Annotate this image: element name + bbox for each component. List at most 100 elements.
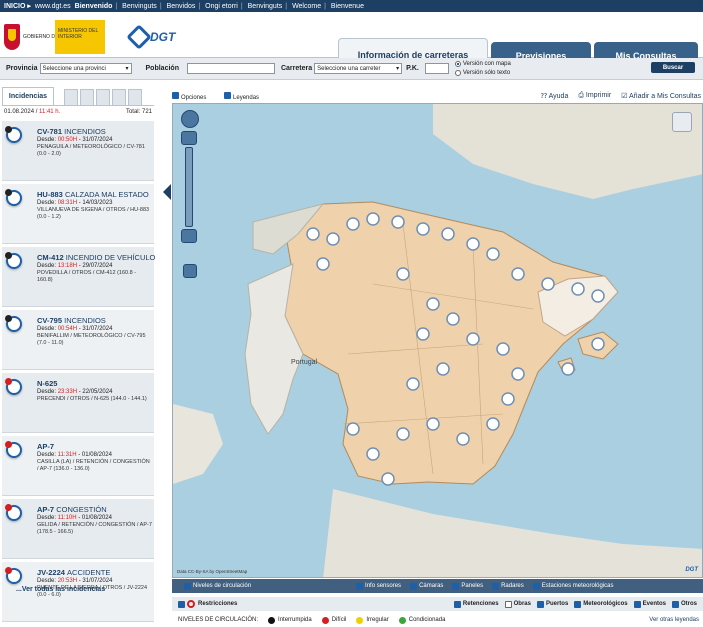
filter-retenciones[interactable]: Retenciones <box>453 600 499 608</box>
incident-item[interactable]: AP-7 CONGESTIÓN Desde: 11:10H - 01/08/20… <box>2 499 154 559</box>
incident-title[interactable]: JV-2224 ACCIDENTE <box>37 568 110 577</box>
site-url[interactable]: www.dgt.es <box>35 3 71 10</box>
layers-icon[interactable] <box>672 112 692 132</box>
layer-paneles[interactable]: Paneles <box>452 582 483 590</box>
incident-marker[interactable] <box>396 427 410 441</box>
incident-marker[interactable] <box>416 327 430 341</box>
tab-radar-icon[interactable] <box>96 89 110 105</box>
layer-niveles-circulacion[interactable]: Niveles de circulación <box>184 582 251 590</box>
carretera-select[interactable]: Seleccione una carreter ▾ <box>314 63 403 74</box>
map-canvas[interactable] <box>173 104 703 578</box>
incident-marker[interactable] <box>381 472 395 486</box>
incident-title[interactable]: CV-781 INCENDIOS <box>37 127 106 136</box>
pan-control-icon[interactable] <box>181 110 199 128</box>
incident-marker[interactable] <box>306 227 320 241</box>
incident-marker[interactable] <box>326 232 340 246</box>
incident-marker[interactable] <box>561 362 575 376</box>
incident-marker[interactable] <box>541 277 555 291</box>
incident-marker[interactable] <box>486 247 500 261</box>
incident-marker[interactable] <box>416 222 430 236</box>
incident-marker[interactable] <box>511 367 525 381</box>
incident-item[interactable]: AP-7 Desde: 11:31H - 01/08/2024 CASILLA … <box>2 436 154 496</box>
incident-marker[interactable] <box>486 417 500 431</box>
incident-marker[interactable] <box>466 237 480 251</box>
incident-marker[interactable] <box>426 297 440 311</box>
zoom-slider[interactable] <box>185 147 193 227</box>
search-button[interactable]: Buscar <box>651 62 695 73</box>
incident-marker[interactable] <box>456 432 470 446</box>
lang-link-eu[interactable]: Ongi etorri <box>205 3 238 10</box>
incident-marker[interactable] <box>511 267 525 281</box>
pk-input[interactable] <box>424 63 449 74</box>
provincia-select[interactable]: Seleccione una provinci ▾ <box>39 63 132 74</box>
incident-title[interactable]: CM-412 INCENDIO DE VEHÍCULO <box>37 253 155 262</box>
incident-item[interactable]: CV-781 INCENDIOS Desde: 00:50H - 31/07/2… <box>2 121 154 181</box>
layer-info-sensores[interactable]: Info sensores <box>356 582 401 590</box>
incident-marker[interactable] <box>446 312 460 326</box>
lang-link-ca[interactable]: Benvinguts <box>122 3 157 10</box>
layer-estaciones-meteorologicas[interactable]: Estaciones meteorológicas <box>532 582 614 590</box>
filter-meteorologicos[interactable]: Meteorológicos <box>574 600 628 608</box>
radio-version-texto[interactable]: Versión sólo texto <box>454 69 511 78</box>
incident-marker[interactable] <box>501 392 515 406</box>
filter-eventos[interactable]: Eventos <box>633 600 666 608</box>
incident-marker[interactable] <box>316 257 330 271</box>
filter-otros[interactable]: Otros <box>671 600 697 608</box>
incident-marker[interactable] <box>346 422 360 436</box>
see-all-incidents-link[interactable]: ...Ver todas las incidencias <box>16 586 105 593</box>
tab-camera-icon[interactable] <box>64 89 78 105</box>
restricciones-toggle[interactable]: Restricciones <box>178 600 237 608</box>
lang-link-va[interactable]: Benvinguts <box>248 3 283 10</box>
incident-marker[interactable] <box>591 337 605 351</box>
incident-title[interactable]: HU-883 CALZADA MAL ESTADO <box>37 190 149 199</box>
incident-item[interactable]: N-625 Desde: 23:33H - 22/05/2024 PRECEND… <box>2 373 154 433</box>
radio-version-mapa[interactable]: Versión con mapa <box>454 60 511 69</box>
incident-item[interactable]: CM-412 INCENDIO DE VEHÍCULO Desde: 13:18… <box>2 247 155 307</box>
lang-link-fr[interactable]: Bienvenue <box>331 3 364 10</box>
zoom-in-button[interactable] <box>181 131 197 145</box>
filter-puertos[interactable]: Puertos <box>536 600 568 608</box>
lang-link-en[interactable]: Welcome <box>292 3 321 10</box>
incident-marker[interactable] <box>391 215 405 229</box>
tab-weather-icon[interactable] <box>112 89 126 105</box>
incident-marker[interactable] <box>366 447 380 461</box>
incident-marker[interactable] <box>426 417 440 431</box>
dgt-logo[interactable]: DGT <box>126 18 190 56</box>
incident-marker[interactable] <box>591 289 605 303</box>
magnify-icon[interactable] <box>183 264 197 278</box>
traffic-map[interactable]: Portugal Data CC-By-SA by OpenStreetMap … <box>172 103 703 578</box>
add-consultas-link[interactable]: ☑ Añadir a Mis Consultas <box>621 92 701 100</box>
incident-title[interactable]: CV-795 INCENDIOS <box>37 316 106 325</box>
incident-marker[interactable] <box>366 212 380 226</box>
layer-camaras[interactable]: Cámaras <box>410 582 443 590</box>
incident-marker[interactable] <box>496 342 510 356</box>
tab-incidencias[interactable]: Incidencias <box>2 87 54 105</box>
filter-obras[interactable]: Obras <box>504 600 531 608</box>
tab-panel-icon[interactable] <box>80 89 94 105</box>
layer-radares[interactable]: Radares <box>492 582 524 590</box>
incident-title[interactable]: AP-7 CONGESTIÓN <box>37 505 107 514</box>
incident-marker[interactable] <box>346 217 360 231</box>
lang-link-es[interactable]: Bienvenido <box>75 3 113 10</box>
zoom-out-button[interactable] <box>181 229 197 243</box>
map-attribution[interactable]: Data CC-By-SA by OpenStreetMap <box>177 569 247 574</box>
more-legends-link[interactable]: Ver otras leyendas <box>649 617 703 623</box>
incident-marker[interactable] <box>406 377 420 391</box>
incident-title[interactable]: AP-7 <box>37 442 54 451</box>
leyendas-checkbox[interactable]: Leyendas <box>224 91 267 101</box>
incident-marker[interactable] <box>466 332 480 346</box>
incident-marker[interactable] <box>436 362 450 376</box>
lang-link-gl[interactable]: Benvidos <box>167 3 196 10</box>
incident-marker[interactable] <box>396 267 410 281</box>
incident-title[interactable]: N-625 <box>37 379 57 388</box>
incident-marker[interactable] <box>441 227 455 241</box>
imprimir-link[interactable]: ⎙ Imprimir <box>578 92 611 100</box>
incident-item[interactable]: CV-795 INCENDIOS Desde: 00:54H - 31/07/2… <box>2 310 154 370</box>
poblacion-input[interactable] <box>186 63 275 74</box>
tab-sensor-icon[interactable] <box>128 89 142 105</box>
incident-item[interactable]: HU-883 CALZADA MAL ESTADO Desde: 08:31H … <box>2 184 154 244</box>
incident-marker[interactable] <box>571 282 585 296</box>
ayuda-link[interactable]: ⁇ Ayuda <box>541 92 569 100</box>
home-link[interactable]: INICIO ▸ <box>4 2 31 10</box>
opciones-checkbox[interactable]: Opciones <box>172 91 214 101</box>
